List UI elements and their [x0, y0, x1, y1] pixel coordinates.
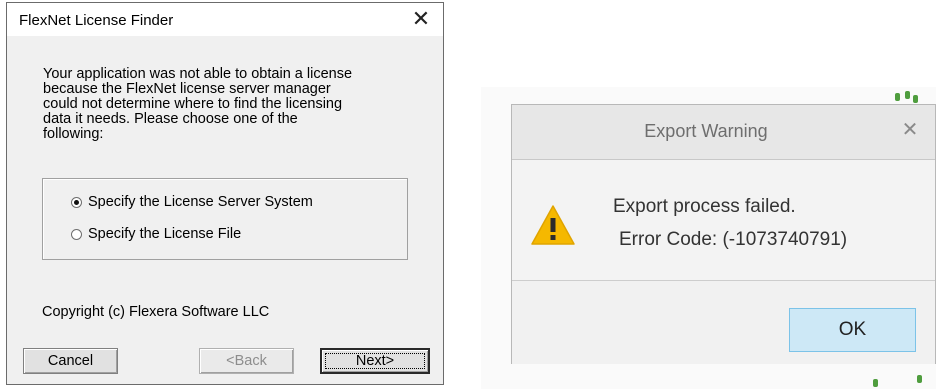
cancel-button[interactable]: Cancel [23, 348, 118, 374]
close-icon[interactable]: ✕ [409, 7, 433, 31]
message-line: following: [43, 126, 104, 142]
radio-button-icon[interactable] [71, 196, 82, 208]
flexnet-title-bar: FlexNet License Finder ✕ [7, 3, 443, 36]
message-line: because the FlexNet license server manag… [43, 81, 331, 97]
message-line: data it needs. Please choose one of the [43, 111, 298, 127]
radio-label: Specify the License Server System [88, 194, 313, 210]
next-button[interactable]: Next> [320, 348, 430, 374]
radio-specify-license-file[interactable]: Specify the License File [71, 225, 241, 243]
flexnet-dialog-title: FlexNet License Finder [19, 12, 174, 29]
flexnet-license-finder-dialog: FlexNet License Finder ✕ Your applicatio… [6, 2, 444, 385]
radio-label: Specify the License File [88, 226, 242, 242]
export-error-code: Error Code: (-1073740791) [619, 229, 848, 250]
close-icon[interactable]: ✕ [899, 119, 921, 141]
message-line: Your application was not able to obtain … [43, 66, 353, 82]
warning-exclamation-dot [550, 235, 556, 240]
export-title-bar: Export Warning ✕ [512, 105, 935, 160]
decorative-plant [895, 93, 900, 101]
export-warning-dialog: Export Warning ✕ Export process failed. … [511, 104, 936, 364]
flexnet-message: Your application was not able to obtain … [43, 67, 363, 142]
focus-ring [325, 353, 425, 369]
radio-button-icon[interactable] [71, 228, 82, 240]
warning-icon [531, 205, 575, 245]
export-error-message: Export process failed. [613, 196, 796, 217]
decorative-plant [913, 95, 918, 103]
decorative-plant [917, 375, 922, 383]
warning-exclamation-bar [550, 218, 556, 232]
decorative-plant [873, 379, 878, 387]
message-line: could not determine where to find the li… [43, 96, 343, 112]
back-button[interactable]: <Back [199, 348, 294, 374]
license-source-options-group [42, 178, 408, 260]
export-dialog-title: Export Warning [644, 121, 768, 141]
radio-specify-license-server[interactable]: Specify the License Server System [71, 193, 313, 211]
decorative-plant [905, 91, 910, 99]
ok-button[interactable]: OK [789, 308, 916, 352]
copyright-text: Copyright (c) Flexera Software LLC [42, 304, 270, 320]
